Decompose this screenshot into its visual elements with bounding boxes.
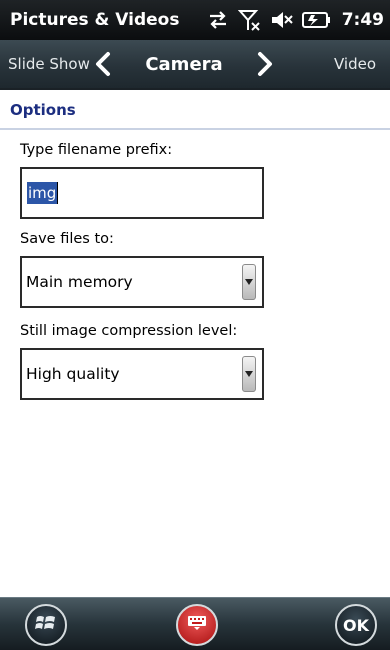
filename-prefix-input[interactable]: img — [20, 167, 264, 219]
compression-label: Still image compression level: — [20, 323, 238, 339]
softkey-bar: OK — [0, 597, 390, 650]
tab-camera[interactable]: Camera — [114, 54, 254, 75]
section-title: Options — [10, 101, 76, 119]
app-title: Pictures & Videos — [10, 10, 180, 30]
compression-dropdown[interactable]: High quality — [20, 348, 264, 400]
chevron-down-icon[interactable] — [242, 264, 256, 300]
prefix-selected-text: img — [27, 182, 58, 204]
compression-value: High quality — [26, 365, 120, 383]
save-location-label: Save files to: — [20, 231, 114, 247]
prefix-label: Type filename prefix: — [20, 142, 173, 158]
chevron-right-icon[interactable] — [254, 49, 276, 79]
keyboard-button[interactable] — [176, 604, 218, 646]
connectivity-arrows-icon — [206, 9, 230, 31]
volume-muted-icon — [270, 9, 294, 31]
status-icons[interactable]: 7:49 — [206, 8, 390, 32]
keyboard-icon — [187, 615, 207, 635]
windows-start-button[interactable] — [25, 604, 67, 646]
save-location-dropdown[interactable]: Main memory — [20, 256, 264, 308]
tab-strip: Slide Show Camera Video — [0, 40, 390, 90]
save-location-value: Main memory — [26, 273, 133, 291]
ok-label: OK — [343, 615, 369, 635]
chevron-down-icon[interactable] — [242, 356, 256, 392]
tab-video[interactable]: Video — [276, 55, 390, 73]
clock: 7:49 — [341, 10, 384, 30]
section-header: Options — [0, 92, 390, 130]
chevron-left-icon[interactable] — [92, 49, 114, 79]
battery-charging-icon — [301, 10, 332, 30]
signal-off-icon — [237, 8, 262, 32]
windows-logo-icon — [35, 612, 57, 638]
tab-slide-show[interactable]: Slide Show — [0, 55, 92, 73]
text-caret — [57, 182, 59, 204]
ok-button[interactable]: OK — [335, 604, 377, 646]
title-bar: Pictures & Videos 7:49 — [0, 0, 390, 40]
